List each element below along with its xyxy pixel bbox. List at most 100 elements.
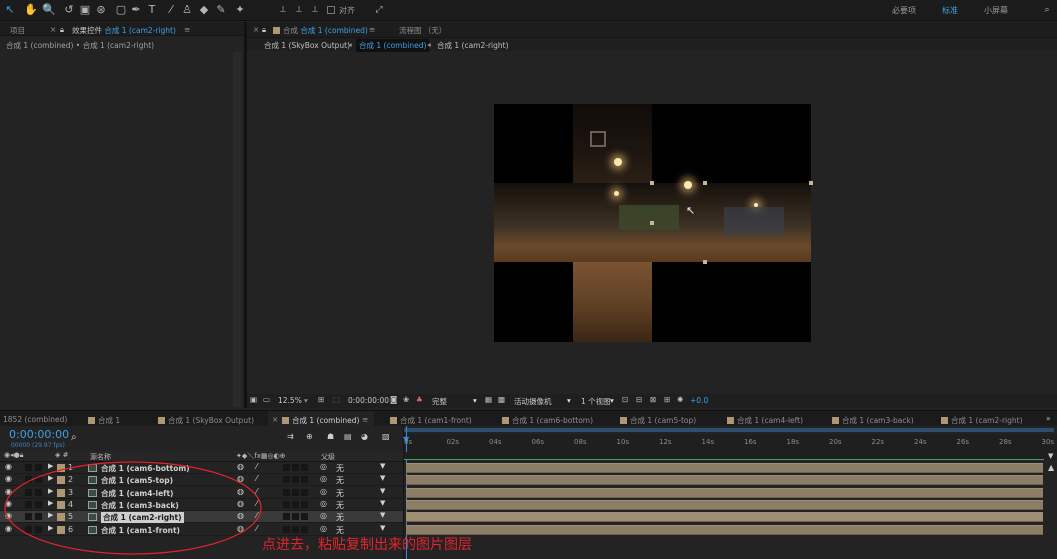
search-icon[interactable]: ⌕ [71,432,77,443]
tab-timeline[interactable]: 合成 1 (cam6-bottom) [502,415,593,426]
comp-canvas[interactable]: ↖ [494,104,813,342]
parent-select[interactable]: 无 [336,512,344,523]
roto-brush-icon[interactable]: ✎ [214,3,228,17]
tab-flowchart[interactable]: 流程图 （无） [399,25,446,36]
workspace-essentials[interactable]: 必要项 [892,5,916,16]
snap-icon[interactable]: ⤢ [372,3,386,17]
workspace-standard[interactable]: 标准 [942,5,958,16]
scrollbar[interactable] [233,52,241,407]
brush-tool-icon[interactable]: ⁄ [164,3,178,17]
show-snapshot-icon[interactable]: ❀ [403,395,409,404]
close-icon[interactable]: × [253,25,259,34]
chevron-down-icon[interactable]: ▼ [380,524,385,532]
axis-local-icon[interactable]: ⟂ [276,3,290,17]
workspace-small-screen[interactable]: 小屏幕 [984,5,1008,16]
zoom-level[interactable]: 12.5% [278,396,302,405]
nav-cam2-right[interactable]: 合成 1 (cam2-right) [437,40,509,51]
nav-combined[interactable]: 合成 1 (combined) [356,39,430,52]
layer-duration-bar[interactable] [406,524,1043,535]
work-area-bar[interactable] [404,428,1054,432]
switch-box[interactable] [301,476,308,484]
tab-timeline[interactable]: 合成 1 (cam2-right) [941,415,1023,426]
motion-blur-icon[interactable]: ◕ [361,432,368,441]
pickwhip-icon[interactable]: ◎ [320,487,327,496]
frame-blending-icon[interactable]: ▤ [344,432,352,441]
tab-timeline[interactable]: 合成 1 [88,415,120,426]
toggle-pixel-icon[interactable]: ⊡ [622,395,628,404]
lock-icon[interactable]: 🔒︎ [262,25,266,35]
lock-icon[interactable]: 🔒︎ [60,25,64,35]
layer-handle[interactable] [809,181,813,185]
pickwhip-icon[interactable]: ◎ [320,499,327,508]
mask-visibility-icon[interactable]: ⬚ [333,395,340,404]
search-help-icon[interactable]: ⌕ [1040,3,1054,17]
parent-select[interactable]: 无 [336,463,344,474]
switch-box[interactable] [301,525,308,533]
tab-timeline[interactable]: 合成 1 (cam5-top) [620,415,696,426]
comp-mini-flowchart-icon[interactable]: ⇉ [287,432,294,441]
shy-layers-icon[interactable]: ☗ [327,432,334,441]
exposure-value[interactable]: +0.0 [690,396,708,405]
align-checkbox[interactable] [327,6,335,14]
view-layout-select[interactable]: 1 个视图 [581,396,611,407]
switch-box[interactable] [301,464,308,471]
graph-editor-icon[interactable]: ▧ [382,432,390,441]
chevron-down-icon[interactable]: ▼ [380,487,385,495]
layer-duration-bar[interactable] [406,499,1043,510]
comp-marker-icon[interactable]: ▼ [1048,452,1057,460]
switch-box[interactable] [301,513,308,521]
monitor-icon[interactable]: ▭ [263,395,270,404]
eraser-tool-icon[interactable]: ◆ [197,3,211,17]
camera-orbit-icon[interactable]: ▣ [78,3,92,17]
resolution-select[interactable]: 完整 [432,396,447,407]
parent-select[interactable]: 无 [336,500,344,511]
pickwhip-icon[interactable]: ◎ [320,511,327,520]
layer-duration-bar[interactable] [406,487,1043,498]
pen-tool-icon[interactable]: ✒ [129,3,143,17]
close-icon[interactable]: × [50,25,56,34]
chevron-down-icon[interactable]: ▾ [567,396,571,405]
layer-handle[interactable] [703,181,707,185]
chevron-down-icon[interactable]: ▼ [380,474,385,482]
camera-select[interactable]: 活动摄像机 [514,396,552,407]
layer-duration-bar[interactable] [406,463,1043,473]
tab-project[interactable]: 项目 [10,25,25,36]
flowchart-icon[interactable]: ⊞ [664,395,670,404]
axis-view-icon[interactable]: ⟂ [308,3,322,17]
pickwhip-icon[interactable]: ◎ [320,474,327,483]
current-time[interactable]: 0:00:00:00 [348,396,389,405]
chevron-down-icon[interactable]: ▼ [380,462,385,470]
chevron-down-icon[interactable]: ▾ [304,396,308,405]
pan-behind-icon[interactable]: ⊛ [94,3,108,17]
close-icon[interactable]: × [272,415,278,424]
fast-preview-icon[interactable]: ⊟ [636,395,642,404]
panel-menu-icon[interactable]: ≡ [184,25,190,34]
layer-duration-bar[interactable] [406,512,1043,523]
pickwhip-icon[interactable]: ◎ [320,524,327,533]
nav-skybox-output[interactable]: 合成 1 (SkyBox Output) [264,40,350,51]
rotate-tool-icon[interactable]: ↺ [62,3,76,17]
parent-select[interactable]: 无 [336,488,344,499]
tab-composition[interactable]: 合成 合成 1 (combined) [273,25,368,36]
panel-menu-icon[interactable]: ≡ [369,25,375,34]
pickwhip-icon[interactable]: ◎ [320,462,327,471]
parent-header[interactable]: 父级 [321,452,335,462]
layer-handle[interactable] [650,181,654,185]
snapshot-icon[interactable]: ◙ [390,395,397,404]
chevron-down-icon[interactable]: ▼ [380,511,385,519]
zoom-slider-icon[interactable]: ▲ [1048,463,1054,472]
tab-timeline-active[interactable]: 合成 1 (combined) [282,415,359,426]
transparency-grid-icon[interactable]: ▩ [498,395,505,404]
selection-tool-icon[interactable]: ↖ [3,3,17,17]
axis-world-icon[interactable]: ⟂ [292,3,306,17]
puppet-pin-icon[interactable]: ✦ [233,3,247,17]
type-tool-icon[interactable]: T [145,3,159,17]
draft-3d-icon[interactable]: ⊕ [306,432,313,441]
region-of-interest-icon[interactable]: ▦ [485,395,492,404]
tab-timeline[interactable]: 合成 1 (SkyBox Output) [158,415,254,426]
chevron-down-icon[interactable]: ▾ [610,396,614,405]
layer-handle[interactable] [650,221,654,225]
timeline-current-time[interactable]: 0:00:00:00 [9,428,69,441]
tab-timeline[interactable]: 合成 1 (cam1-front) [390,415,472,426]
hand-tool-icon[interactable]: ✋ [24,3,38,17]
